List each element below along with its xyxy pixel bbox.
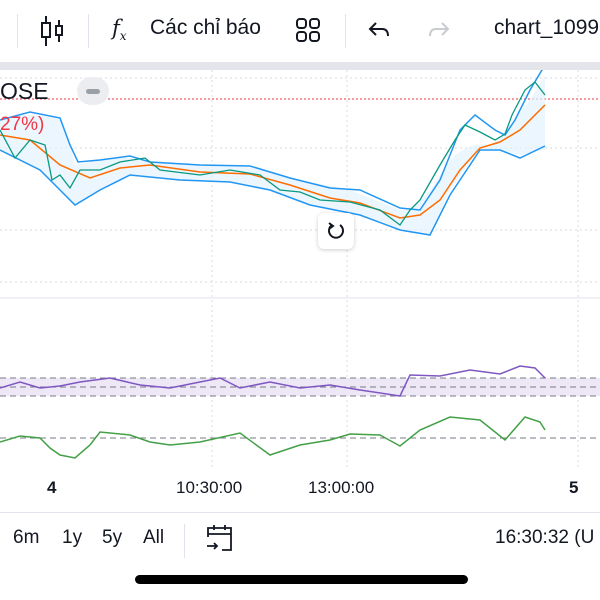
reset-icon <box>328 222 344 239</box>
change-percent: 27%) <box>0 114 45 135</box>
time-label: 4 <box>47 478 57 497</box>
time-label: 10:30:00 <box>176 478 243 497</box>
divider <box>345 14 346 48</box>
home-indicator <box>135 575 468 584</box>
range-1y[interactable]: 1y <box>62 527 82 549</box>
goto-date-icon[interactable] <box>205 523 235 553</box>
divider <box>88 14 89 48</box>
layout-grid-icon[interactable] <box>295 17 321 43</box>
time-label: 5 <box>569 478 579 497</box>
symbol-label: OSE <box>0 78 49 104</box>
top-toolbar: fx Các chỉ báo chart_1099 <box>0 0 600 62</box>
clock-timezone[interactable]: 16:30:32 (U <box>495 527 594 549</box>
function-icon[interactable]: fx <box>112 16 127 43</box>
reset-chart-button[interactable] <box>318 213 354 249</box>
time-label: 13:00:00 <box>308 478 375 497</box>
divider <box>184 524 185 558</box>
chart-name[interactable]: chart_1099 <box>494 16 599 40</box>
indicators-button[interactable]: Các chỉ báo <box>150 16 261 40</box>
chart-canvas[interactable] <box>0 70 600 470</box>
range-all[interactable]: All <box>143 527 164 549</box>
bottom-divider <box>0 512 600 513</box>
undo-icon[interactable] <box>368 20 392 40</box>
toolbar-separator <box>0 62 600 70</box>
collapse-legend-button[interactable] <box>77 77 109 105</box>
range-5y[interactable]: 5y <box>102 527 122 549</box>
divider <box>17 14 18 48</box>
candlestick-icon[interactable] <box>40 14 66 48</box>
redo-icon[interactable] <box>426 20 450 40</box>
range-6m[interactable]: 6m <box>13 527 39 549</box>
